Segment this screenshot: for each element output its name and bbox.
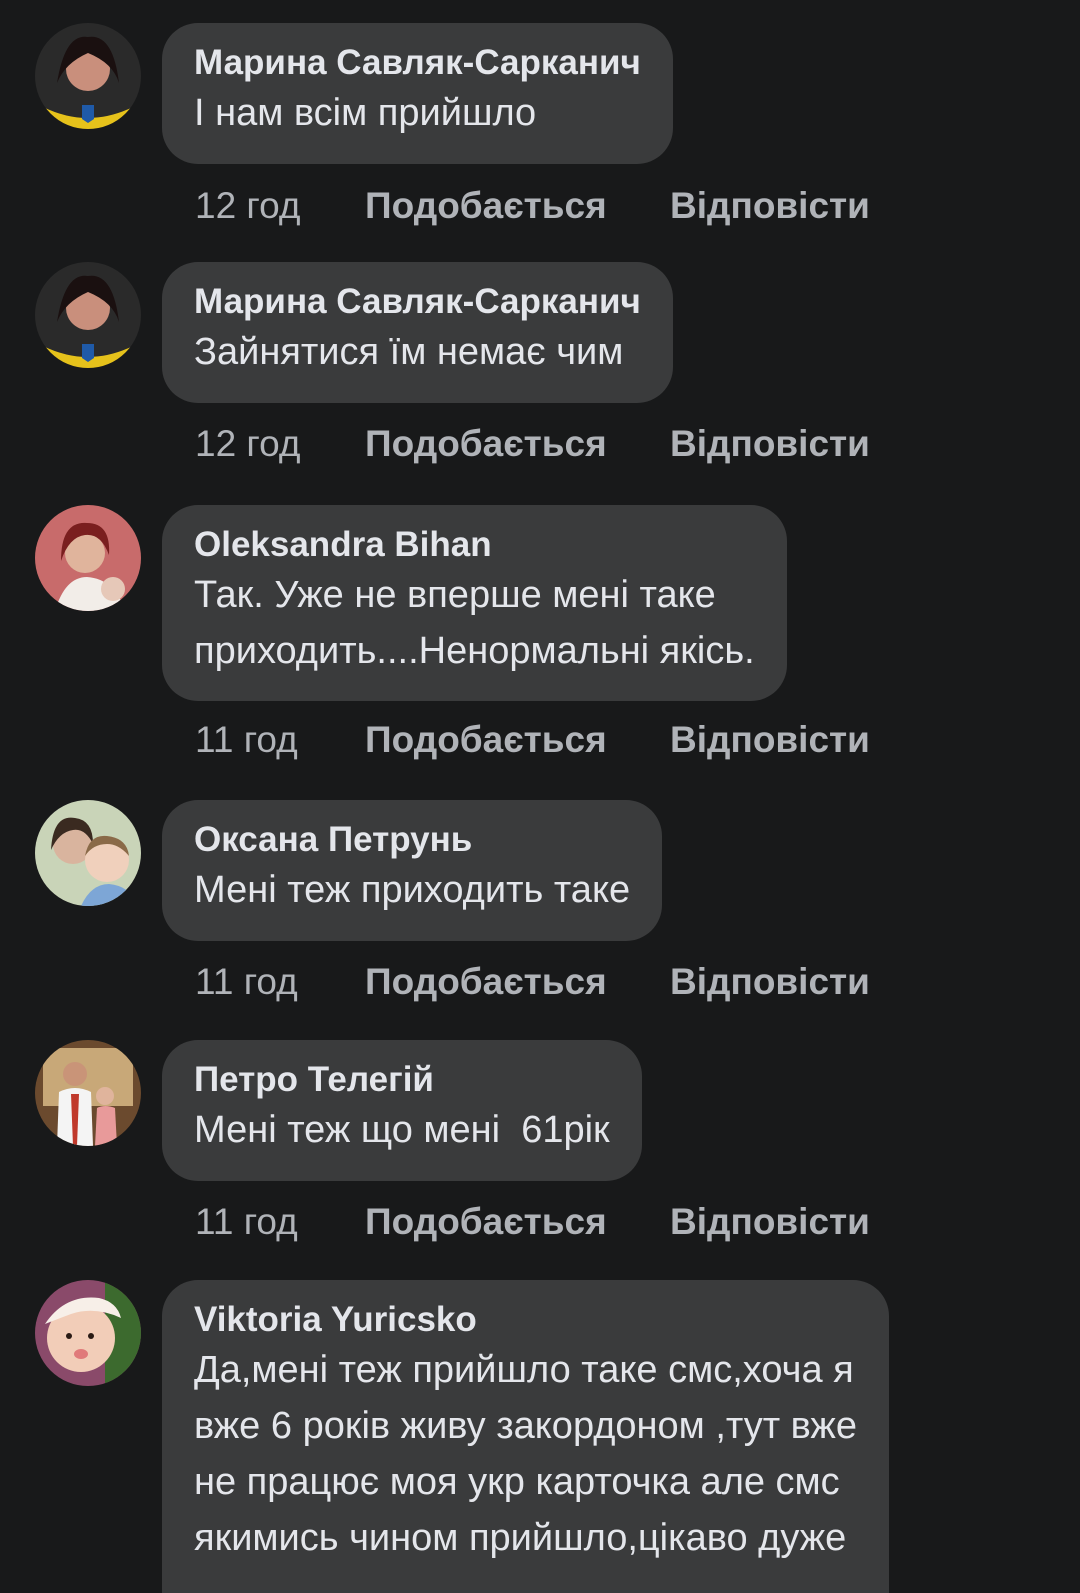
user-avatar-icon[interactable] [35, 800, 141, 906]
user-avatar-icon[interactable] [35, 23, 141, 129]
comment-actions: 12 год Подобається Відповісти [195, 184, 870, 228]
comment-text: І нам всім прийшло [194, 92, 537, 134]
comment-author[interactable]: Оксана Петрунь [194, 818, 630, 862]
comment-actions: 11 год Подобається Відповісти [195, 960, 870, 1004]
comment-bubble: Viktoria Yuricsko Да,мені теж прийшло та… [162, 1280, 889, 1593]
reply-button[interactable]: Відповісти [670, 960, 870, 1004]
comment-bubble: Марина Савляк-Сарканич Зайнятися їм нема… [162, 262, 673, 403]
comment-bubble: Марина Савляк-Сарканич І нам всім прийшл… [162, 23, 673, 164]
comment-actions: 12 год Подобається Відповісти [195, 422, 870, 466]
comment-actions: 11 год Подобається Відповісти [195, 718, 870, 762]
comment-bubble: Петро Телегій Мені теж що мені 61рік [162, 1040, 642, 1181]
like-button[interactable]: Подобається [365, 960, 670, 1004]
comment-actions: 11 год Подобається Відповісти [195, 1200, 870, 1244]
comment-author[interactable]: Oleksandra Bihan [194, 523, 755, 567]
reply-button[interactable]: Відповісти [670, 184, 870, 228]
comment-text: Зайнятися їм немає чим [194, 331, 624, 373]
comment-author[interactable]: Марина Савляк-Сарканич [194, 280, 641, 324]
reply-button[interactable]: Відповісти [670, 1200, 870, 1244]
comment-text: Мені теж що мені 61рік [194, 1109, 610, 1151]
comment-text: Мені теж приходить таке [194, 869, 631, 911]
comment-timestamp[interactable]: 11 год [195, 718, 365, 762]
comment-bubble: Оксана Петрунь Мені теж приходить таке [162, 800, 663, 941]
reply-button[interactable]: Відповісти [670, 718, 870, 762]
reply-button[interactable]: Відповісти [670, 422, 870, 466]
like-button[interactable]: Подобається [365, 184, 670, 228]
comment-timestamp[interactable]: 12 год [195, 422, 365, 466]
comment-timestamp[interactable]: 11 год [195, 960, 365, 1004]
user-avatar-icon[interactable] [35, 1040, 141, 1146]
like-button[interactable]: Подобається [365, 422, 670, 466]
like-button[interactable]: Подобається [365, 718, 670, 762]
comment-author[interactable]: Viktoria Yuricsko [194, 1298, 857, 1342]
like-button[interactable]: Подобається [365, 1200, 670, 1244]
user-avatar-icon[interactable] [35, 262, 141, 368]
comment-timestamp[interactable]: 12 год [195, 184, 365, 228]
user-avatar-icon[interactable] [35, 1280, 141, 1386]
user-avatar-icon[interactable] [35, 505, 141, 611]
comment-author[interactable]: Марина Савляк-Сарканич [194, 41, 641, 85]
comment-timestamp[interactable]: 11 год [195, 1200, 365, 1244]
comment-bubble: Oleksandra Bihan Так. Уже не вперше мені… [162, 505, 787, 701]
comment-author[interactable]: Петро Телегій [194, 1058, 610, 1102]
comment-text: Так. Уже не вперше мені таке приходить..… [194, 574, 755, 672]
comment-text: Да,мені теж прийшло таке смс,хоча я вже … [194, 1349, 857, 1559]
